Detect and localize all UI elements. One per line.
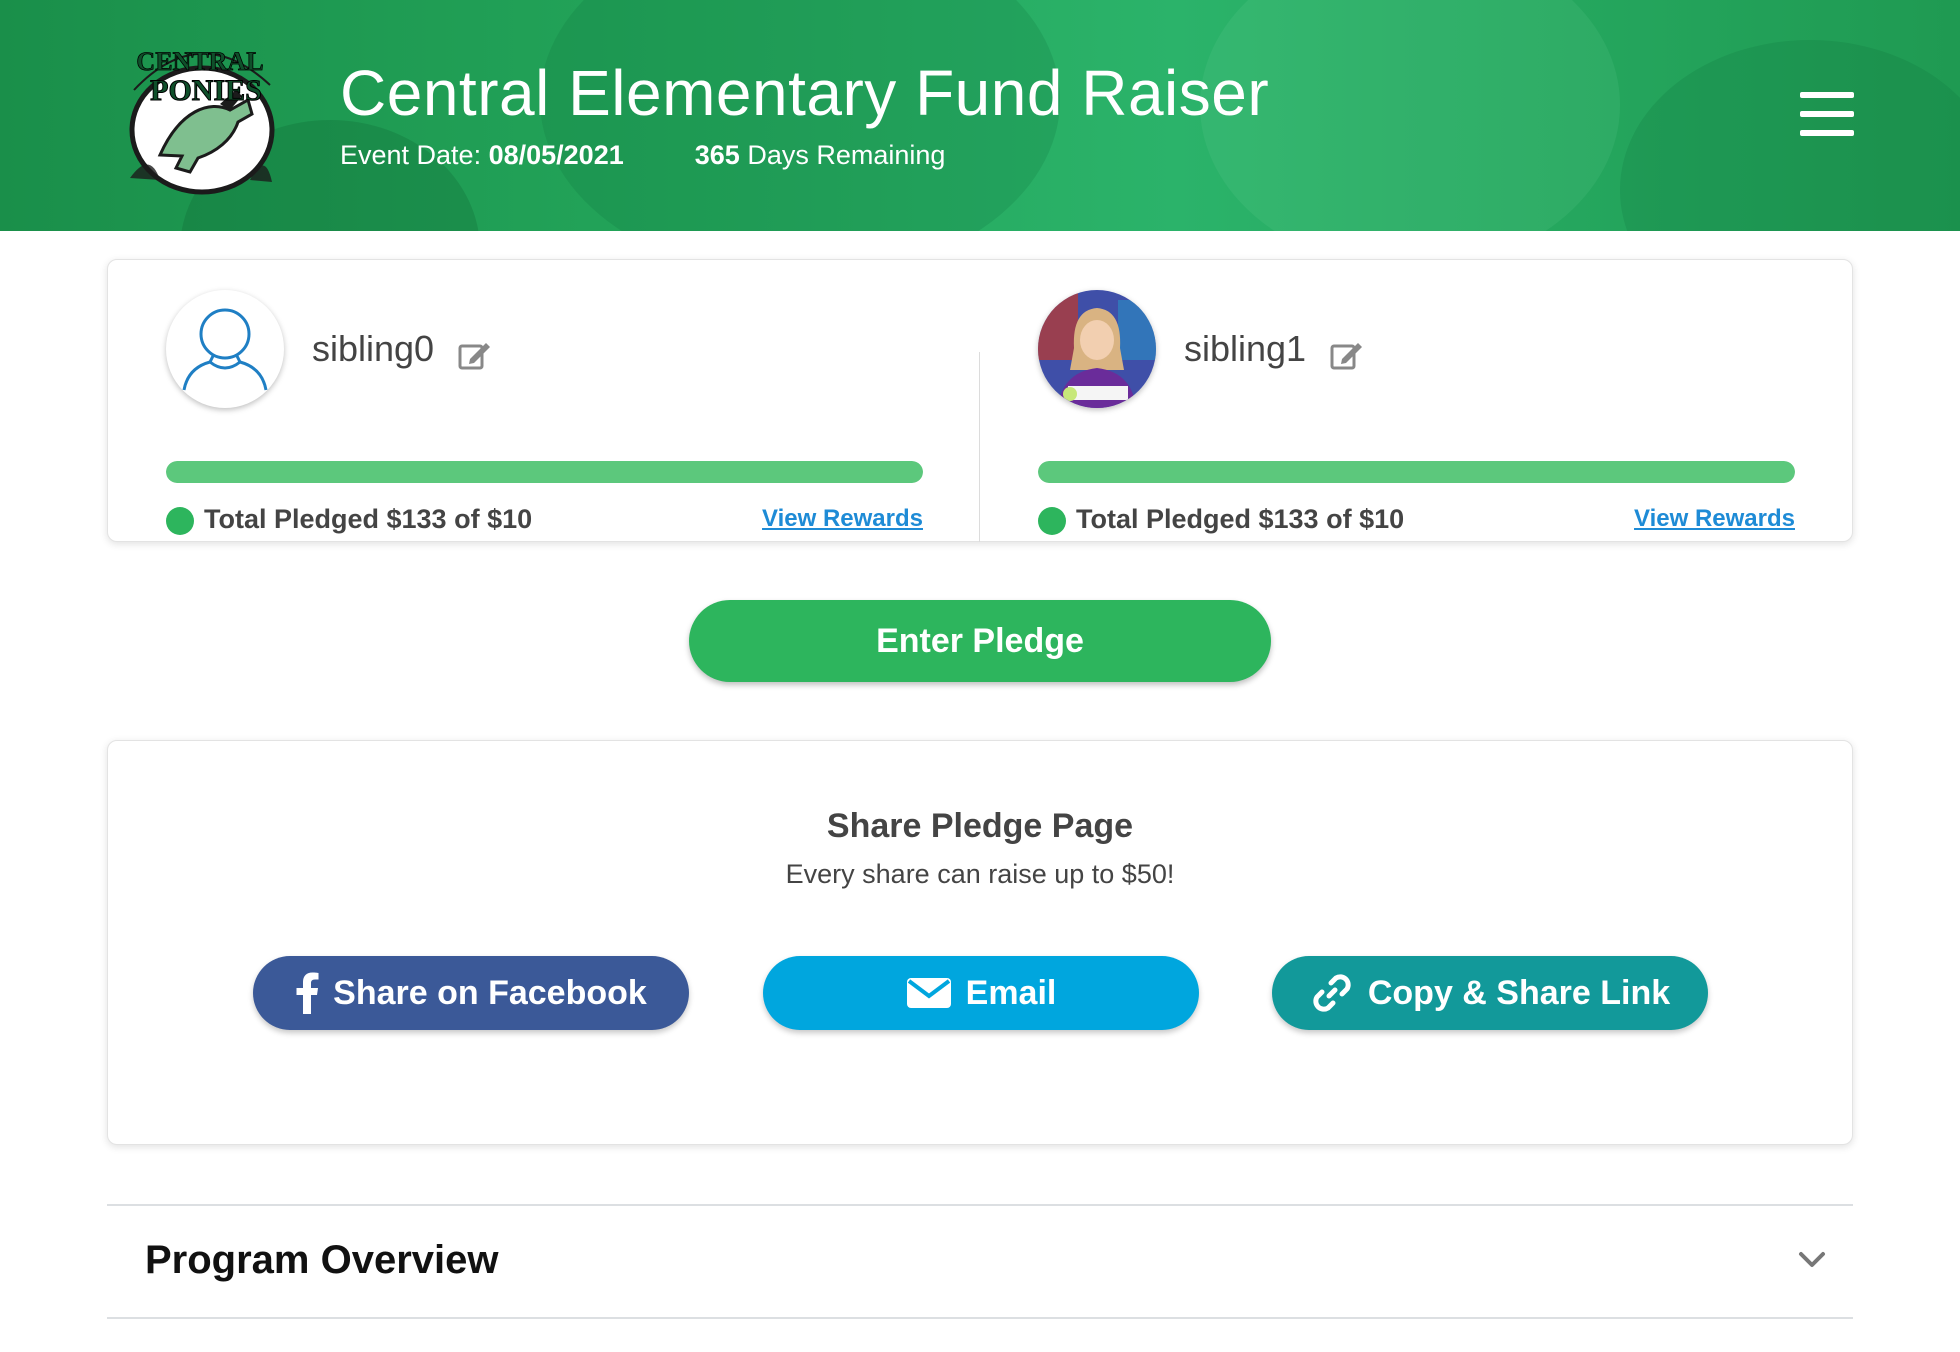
- page-title: Central Elementary Fund Raiser: [340, 57, 1270, 129]
- avatar[interactable]: [166, 290, 284, 408]
- progress-fill: [166, 461, 923, 483]
- email-button-label: Email: [965, 973, 1057, 1012]
- program-overview-accordion[interactable]: Program Overview: [107, 1206, 1853, 1317]
- event-date-value: 08/05/2021: [488, 140, 624, 170]
- copy-link-button-label: Copy & Share Link: [1367, 973, 1671, 1012]
- banner-background-shape: [1620, 40, 1960, 231]
- student-photo: [1038, 290, 1156, 408]
- program-overview-title: Program Overview: [145, 1238, 499, 1282]
- total-pledged-text: Total Pledged $133 of $10: [204, 504, 533, 534]
- edit-icon[interactable]: [458, 340, 492, 372]
- svg-text:PONIES: PONIES: [150, 74, 262, 107]
- enter-pledge-button[interactable]: Enter Pledge: [689, 600, 1271, 682]
- link-icon: [1310, 971, 1354, 1015]
- progress-fill: [1038, 461, 1795, 483]
- days-remaining-label: Days Remaining: [747, 140, 946, 170]
- share-card: Share Pledge Page Every share can raise …: [107, 740, 1853, 1145]
- avatar[interactable]: [1038, 290, 1156, 408]
- facebook-button-label: Share on Facebook: [333, 973, 647, 1012]
- sibling-name: sibling1: [1184, 328, 1307, 369]
- share-title: Share Pledge Page: [826, 807, 1134, 845]
- user-outline-icon: [182, 308, 268, 391]
- share-facebook-button[interactable]: Share on Facebook: [253, 956, 689, 1030]
- status-dot: [166, 507, 194, 535]
- facebook-icon: [295, 972, 319, 1014]
- svg-text:CENTRAL: CENTRAL: [136, 47, 263, 76]
- header-banner: CENTRAL PONIES Central Elementary Fund R…: [0, 0, 1960, 231]
- sibling-panel: sibling0 Total Pledged $133 of $10 View …: [166, 290, 923, 535]
- sibling-name: sibling0: [312, 328, 435, 369]
- days-remaining-count: 365: [694, 140, 740, 170]
- chevron-down-icon: [1799, 1252, 1825, 1267]
- status-dot: [1038, 507, 1066, 535]
- sibling-panel: sibling1 Total Pledged $133 of $10 View …: [1038, 290, 1795, 535]
- total-pledged-text: Total Pledged $133 of $10: [1076, 504, 1405, 534]
- siblings-card: sibling0 Total Pledged $133 of $10 View …: [107, 259, 1853, 542]
- pledge-progress-bar: [1038, 461, 1795, 483]
- school-logo: CENTRAL PONIES: [129, 47, 275, 195]
- copy-share-link-button[interactable]: Copy & Share Link: [1272, 956, 1708, 1030]
- event-date-label: Event Date:: [340, 140, 482, 170]
- view-rewards-link[interactable]: View Rewards: [762, 505, 923, 533]
- hamburger-menu-icon[interactable]: [1800, 92, 1854, 136]
- edit-icon[interactable]: [1330, 340, 1364, 372]
- view-rewards-link[interactable]: View Rewards: [1634, 505, 1795, 533]
- card-divider: [979, 352, 980, 542]
- share-subtitle: Every share can raise up to $50!: [785, 859, 1175, 889]
- share-email-button[interactable]: Email: [763, 956, 1199, 1030]
- envelope-icon: [906, 977, 952, 1009]
- pledge-progress-bar: [166, 461, 923, 483]
- section-divider: [107, 1317, 1853, 1319]
- event-meta: Event Date: 08/05/2021 365 Days Remainin…: [340, 140, 945, 171]
